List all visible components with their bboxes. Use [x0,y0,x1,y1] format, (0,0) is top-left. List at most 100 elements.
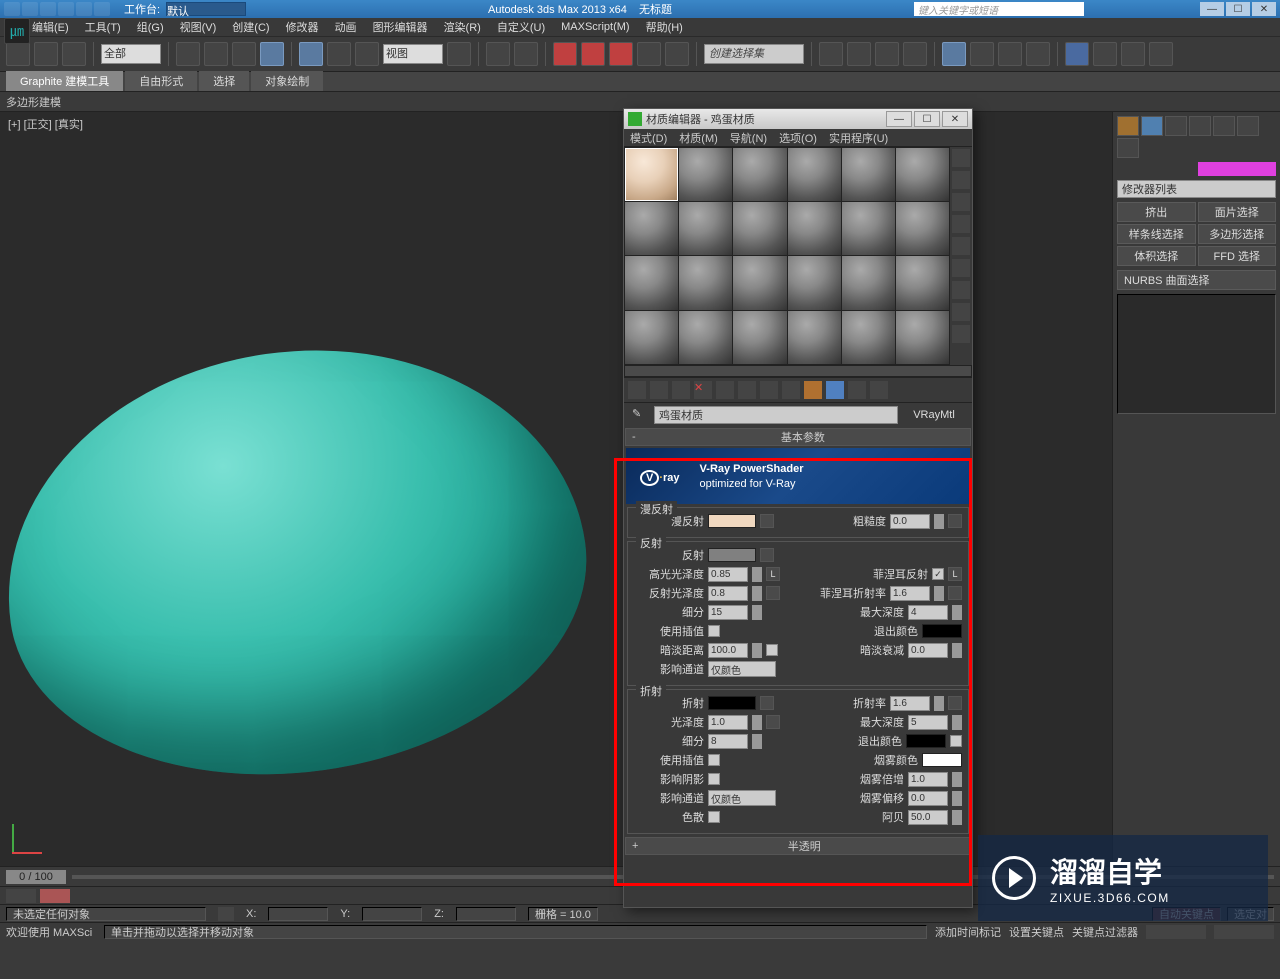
fresnel-lock-button[interactable]: L [948,567,962,581]
refr-interp-checkbox[interactable] [708,754,720,766]
schematic-view-icon[interactable] [942,42,966,66]
material-slot[interactable] [788,148,841,201]
undo-icon[interactable] [6,42,30,66]
mat-id-channel-icon[interactable] [782,381,800,399]
refr-affect-dropdown[interactable]: 仅颜色 [708,790,776,806]
put-to-scene-icon[interactable] [650,381,668,399]
refl-gloss-spinner[interactable]: 0.8 [708,586,748,601]
select-name-icon[interactable] [204,42,228,66]
me-menu-options[interactable]: 选项(O) [779,130,817,146]
keyfilter-button[interactable]: 关键点过滤器 [1072,924,1138,940]
rotate-icon[interactable] [327,42,351,66]
material-slot[interactable] [733,311,786,364]
qat-icon[interactable] [58,2,74,16]
create-panel-icon[interactable] [1117,116,1139,136]
configure-sets-icon[interactable] [1247,422,1269,442]
qat-icon[interactable] [4,2,20,16]
tab-freeform[interactable]: 自由形式 [125,71,197,91]
trackbar-item[interactable] [40,889,70,903]
btn-ffd-select[interactable]: FFD 选择 [1198,246,1277,266]
menu-maxscript[interactable]: MAXScript(M) [561,21,629,33]
go-sibling-icon[interactable] [870,381,888,399]
reset-map-icon[interactable]: ✕ [694,381,712,399]
btn-vol-select[interactable]: 体积选择 [1117,246,1196,266]
app-menu-icon[interactable]: ㎛ [4,18,30,44]
hilight-gloss-spinner[interactable]: 0.85 [708,567,748,582]
sample-type-icon[interactable] [952,149,970,167]
angle-snap-icon[interactable] [581,42,605,66]
object-color-swatch[interactable] [1198,162,1277,176]
dim-distance-spinner[interactable]: 100.0 [708,643,748,658]
display-panel-icon[interactable] [1213,116,1235,136]
fresnel-ior-spinner[interactable]: 1.6 [890,586,930,601]
menu-create[interactable]: 创建(C) [232,19,269,35]
pivot-icon[interactable] [447,42,471,66]
play-controls-icon[interactable] [1146,925,1206,939]
material-slot[interactable] [788,311,841,364]
maxscript-mini[interactable]: 欢迎使用 MAXSci [6,924,96,940]
slot-scrollbar[interactable] [624,365,972,377]
refl-subdiv-spinner[interactable]: 15 [708,605,748,620]
qat-icon[interactable] [22,2,38,16]
material-slot[interactable] [679,148,732,201]
scale-icon[interactable] [355,42,379,66]
diffuse-map-button[interactable] [760,514,774,528]
redo-icon[interactable] [34,42,58,66]
refr-gloss-spinner[interactable]: 1.0 [708,715,748,730]
render-iterative-icon[interactable] [1093,42,1117,66]
help-icon[interactable] [1170,2,1186,16]
get-material-icon[interactable] [628,381,646,399]
show-map-viewport-icon[interactable] [804,381,822,399]
fresnel-checkbox[interactable] [932,568,944,580]
material-slot[interactable] [679,311,732,364]
rollout-translucent[interactable]: +半透明 [625,837,971,855]
refl-maxdepth-spinner[interactable]: 4 [908,605,948,620]
render-setup-icon[interactable] [998,42,1022,66]
ior-spinner[interactable]: 1.6 [890,696,930,711]
make-preview-icon[interactable] [952,259,970,277]
z-coord-input[interactable] [456,907,516,921]
hammer-icon[interactable] [1117,138,1139,158]
diffuse-color-swatch[interactable] [708,514,756,528]
video-color-icon[interactable] [952,237,970,255]
select-icon[interactable] [176,42,200,66]
reflect-map-button[interactable] [760,548,774,562]
rollout-basic-params[interactable]: -基本参数 [625,428,971,446]
mat-id-icon[interactable] [952,325,970,343]
help-search-input[interactable]: 键入关键字或短语 [914,2,1084,16]
sample-uv-icon[interactable] [952,215,970,233]
refl-exitcolor-swatch[interactable] [922,624,962,638]
exchange-icon[interactable] [1130,2,1146,16]
make-copy-icon[interactable] [716,381,734,399]
motion-panel-icon[interactable] [1189,116,1211,136]
material-editor-titlebar[interactable]: 材质编辑器 - 鸡蛋材质 — ☐ ✕ [624,109,972,129]
me-menu-material[interactable]: 材质(M) [679,130,718,146]
make-unique-icon[interactable] [1183,422,1205,442]
dim-enable-checkbox[interactable] [766,644,778,656]
keyboard-shortcuts-icon[interactable] [514,42,538,66]
qat-icon[interactable] [94,2,110,16]
move-icon[interactable] [299,42,323,66]
close-button[interactable]: ✕ [1252,2,1276,16]
material-slot[interactable] [733,202,786,255]
refl-affect-dropdown[interactable]: 仅颜色 [708,661,776,677]
material-slot[interactable] [625,202,678,255]
mat-max-button[interactable]: ☐ [914,111,940,127]
utilities-panel-icon[interactable] [1237,116,1259,136]
pick-material-icon[interactable]: ✎ [632,407,648,423]
viewport-nav-icon[interactable] [1214,925,1274,939]
show-end-result-icon[interactable] [1151,422,1173,442]
abbe-spinner[interactable]: 50.0 [908,810,948,825]
modifier-list-dropdown[interactable]: 修改器列表 [1117,180,1276,198]
menu-rendering[interactable]: 渲染(R) [444,19,481,35]
qat-icon[interactable] [76,2,92,16]
tab-paint[interactable]: 对象绘制 [251,71,323,91]
rendered-frame-icon[interactable] [1026,42,1050,66]
material-type-button[interactable]: VRayMtl [904,409,964,421]
edge-constraints-icon[interactable] [665,42,689,66]
backlight-icon[interactable] [952,171,970,189]
make-unique-icon[interactable] [738,381,756,399]
show-end-result-icon[interactable] [826,381,844,399]
signin-icon[interactable] [1110,2,1126,16]
me-menu-modes[interactable]: 模式(D) [630,130,667,146]
